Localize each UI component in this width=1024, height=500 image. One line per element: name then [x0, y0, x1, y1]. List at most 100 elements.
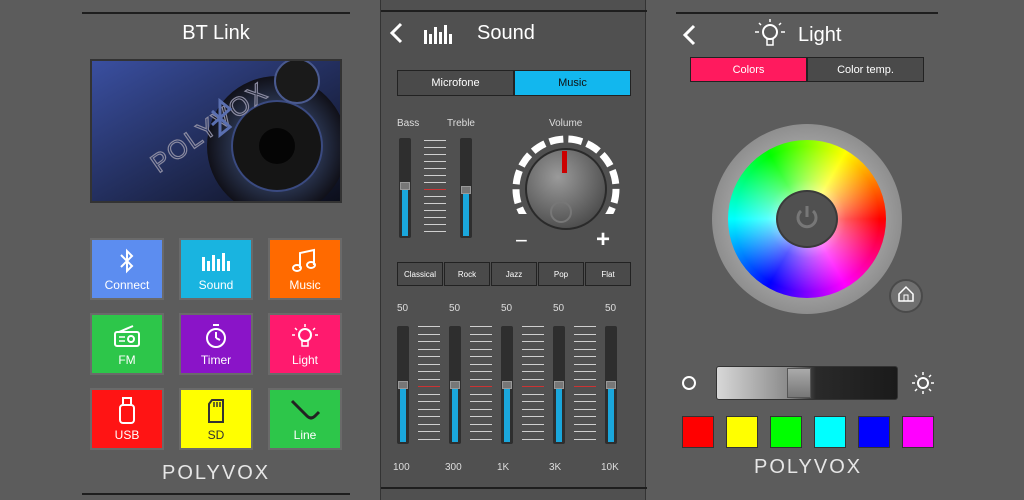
line-tile[interactable]: Line	[268, 388, 342, 450]
eq-band-value: 50	[605, 303, 617, 314]
scale-tick	[574, 356, 596, 357]
power-button[interactable]	[776, 190, 838, 248]
sd-tile[interactable]: SD	[179, 388, 253, 450]
bass-slider[interactable]	[399, 138, 411, 238]
radio-icon	[113, 321, 141, 351]
scale-tick	[418, 386, 440, 387]
scale-tick	[418, 341, 440, 342]
eq-band-slider[interactable]	[605, 326, 617, 444]
tab-microfone[interactable]: Microfone	[397, 70, 514, 96]
equalizer-icon	[423, 24, 455, 49]
eq-band-frequency: 1K	[497, 462, 510, 473]
page-title: Light	[798, 24, 842, 46]
scale-tick	[574, 416, 596, 417]
scale-tick	[522, 363, 544, 365]
color-swatch[interactable]	[858, 416, 890, 448]
preset-jazz[interactable]: Jazz	[491, 262, 537, 286]
eq-scale	[418, 326, 440, 444]
tile-label: SD	[207, 428, 225, 442]
volume-plus[interactable]: +	[596, 226, 610, 254]
scale-tick	[418, 371, 440, 372]
eq-band-slider-fill	[504, 385, 510, 442]
scale-tick	[424, 140, 446, 141]
eq-band-slider-knob[interactable]	[554, 381, 564, 389]
scale-tick	[424, 175, 446, 176]
bass-slider-knob[interactable]	[400, 182, 410, 190]
brightness-high-icon	[912, 372, 934, 399]
timer-tile[interactable]: Timer	[179, 313, 253, 375]
eq-band-slider[interactable]	[397, 326, 409, 444]
eq-band-slider-fill	[400, 385, 406, 442]
scale-tick	[424, 154, 446, 155]
preset-rock[interactable]: Rock	[444, 262, 490, 286]
scale-tick	[418, 431, 440, 432]
eq-band-slider[interactable]	[553, 326, 565, 444]
color-swatch[interactable]	[682, 416, 714, 448]
home-light-button[interactable]	[889, 279, 923, 313]
color-swatch[interactable]	[902, 416, 934, 448]
scale-tick	[424, 203, 446, 204]
eq-band-slider-knob[interactable]	[450, 381, 460, 389]
eq-scale	[470, 326, 492, 444]
scale-tick	[522, 423, 544, 425]
eq-band-frequency: 10K	[601, 462, 619, 473]
top-divider	[82, 12, 350, 14]
scale-tick	[470, 363, 492, 365]
timer-icon	[204, 321, 228, 351]
bottom-divider	[82, 493, 350, 495]
light-tile[interactable]: Light	[268, 313, 342, 375]
scale-tick	[574, 386, 596, 387]
preset-flat[interactable]: Flat	[585, 262, 631, 286]
eq-band-slider-fill	[608, 385, 614, 442]
volume-label: Volume	[549, 118, 583, 129]
bass-slider-fill	[402, 186, 408, 236]
music-tile[interactable]: Music	[268, 238, 342, 300]
scale-tick	[574, 408, 596, 410]
connect-tile[interactable]: Connect	[90, 238, 164, 300]
tile-label: Sound	[198, 278, 234, 292]
eq-band-value: 50	[397, 303, 409, 314]
scale-tick	[574, 431, 596, 432]
color-swatch[interactable]	[814, 416, 846, 448]
preset-classical[interactable]: Classical	[397, 262, 443, 286]
eq-band-slider-knob[interactable]	[398, 381, 408, 389]
back-chevron-icon[interactable]	[682, 24, 696, 51]
preset-pop[interactable]: Pop	[538, 262, 584, 286]
tab-music[interactable]: Music	[514, 70, 631, 96]
tab-color-temp[interactable]: Color temp.	[807, 57, 924, 82]
color-swatch[interactable]	[770, 416, 802, 448]
sound-tile[interactable]: Sound	[179, 238, 253, 300]
usb-tile[interactable]: USB	[90, 388, 164, 450]
scale-tick	[574, 341, 596, 342]
scale-tick	[522, 393, 544, 395]
eq-band-slider[interactable]	[449, 326, 461, 444]
bluetooth-icon	[118, 246, 136, 276]
brightness-slider-knob[interactable]	[787, 368, 811, 398]
scale-tick	[574, 401, 596, 402]
tab-colors[interactable]: Colors	[690, 57, 807, 82]
power-icon	[792, 202, 822, 237]
eq-band-slider-knob[interactable]	[502, 381, 512, 389]
scale-tick	[470, 386, 492, 387]
back-chevron-icon[interactable]	[389, 22, 403, 49]
treble-label: Treble	[447, 118, 475, 129]
scale-tick	[470, 378, 492, 380]
page-title: BT Link	[182, 22, 250, 44]
scale-tick	[522, 438, 544, 440]
tile-label: Connect	[104, 278, 150, 292]
eq-band-frequency: 100	[393, 462, 410, 473]
equalizer-icon	[201, 246, 231, 276]
color-swatch[interactable]	[726, 416, 758, 448]
eq-band-slider-knob[interactable]	[606, 381, 616, 389]
treble-slider[interactable]	[460, 138, 472, 238]
brightness-slider[interactable]	[716, 366, 898, 400]
scale-tick	[424, 147, 446, 148]
volume-minus[interactable]: −	[515, 228, 528, 254]
scale-tick	[418, 408, 440, 410]
eq-band-slider[interactable]	[501, 326, 513, 444]
eq-band-frequency: 300	[445, 462, 462, 473]
scale-tick	[522, 416, 544, 417]
fm-tile[interactable]: FM	[90, 313, 164, 375]
scale-tick	[418, 363, 440, 365]
treble-slider-knob[interactable]	[461, 186, 471, 194]
